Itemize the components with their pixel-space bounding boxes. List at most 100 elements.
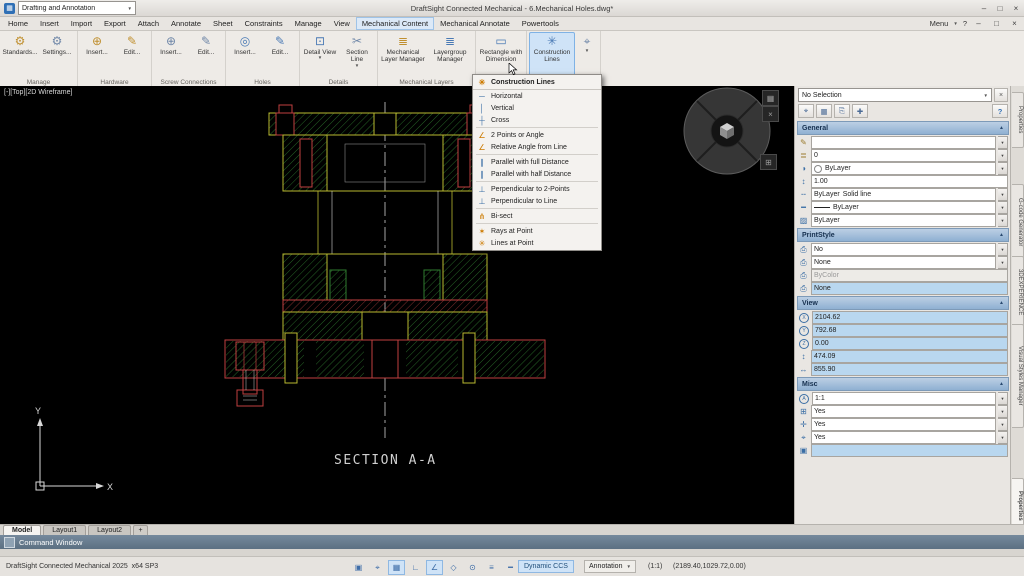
lineweight-icon[interactable]: ━ bbox=[502, 560, 519, 575]
construction-lines-button[interactable]: ✳ Construction Lines bbox=[529, 32, 575, 77]
tab-gcode-generator[interactable]: G-code Generator bbox=[1012, 184, 1024, 260]
entity-snap-icon[interactable]: ⊙ bbox=[464, 560, 481, 575]
menu-tab-home[interactable]: Home bbox=[2, 17, 34, 30]
select-entities-button[interactable]: ⌖ bbox=[798, 104, 814, 118]
settings-button[interactable]: ⚙ Settings... bbox=[39, 32, 75, 77]
palette-pin-icon[interactable]: ▦ bbox=[762, 90, 779, 106]
pickadd-toggle-button[interactable]: ✚ bbox=[852, 104, 868, 118]
drawing-canvas[interactable]: [-][Top][2D Wireframe] ▦ × ⊞ bbox=[0, 86, 794, 524]
section-header-view[interactable]: View ▲ bbox=[797, 296, 1009, 310]
grid-icon[interactable]: ▦ bbox=[388, 560, 405, 575]
line-style-field[interactable]: ByLayer Solid line bbox=[811, 188, 996, 201]
chevron-down-icon[interactable]: ▼ bbox=[998, 256, 1008, 269]
doc-close-button[interactable]: × bbox=[1008, 18, 1021, 29]
screen-icon[interactable]: ▣ bbox=[350, 560, 367, 575]
ucs-per-viewport-field[interactable]: Yes bbox=[811, 405, 996, 418]
menu-tab-mechanical-content[interactable]: Mechanical Content bbox=[356, 17, 434, 30]
line-scale-field[interactable]: 1.00 bbox=[811, 175, 1008, 188]
section-header-general[interactable]: General ▲ bbox=[797, 121, 1009, 135]
menu-tab-powertools[interactable]: Powertools bbox=[516, 17, 565, 30]
polar-icon[interactable]: ◇ bbox=[445, 560, 462, 575]
menu-item-relative-angle-from-line[interactable]: ∠ Relative Angle from Line bbox=[473, 141, 601, 153]
center-x-field[interactable]: 2104.62 bbox=[812, 311, 1008, 324]
menu-tab-mechanical-annotate[interactable]: Mechanical Annotate bbox=[434, 17, 516, 30]
chevron-down-icon[interactable]: ▼ bbox=[998, 405, 1008, 418]
line-color-field[interactable]: ByLayer bbox=[811, 162, 996, 175]
center-y-field[interactable]: 792.68 bbox=[812, 324, 1008, 337]
selection-combo[interactable]: No Selection ▼ bbox=[798, 88, 992, 102]
help-button[interactable]: ? bbox=[992, 104, 1008, 118]
pointer-select-icon[interactable]: ⌖ bbox=[369, 560, 386, 575]
ortho-icon[interactable]: ∠ bbox=[426, 560, 443, 575]
entity-track-icon[interactable]: ≡ bbox=[483, 560, 500, 575]
chevron-down-icon[interactable]: ▼ bbox=[998, 201, 1008, 214]
menu-item-lines-at-point[interactable]: ✳ Lines at Point bbox=[473, 237, 601, 249]
menu-tab-sheet[interactable]: Sheet bbox=[207, 17, 239, 30]
menu-item-rays-at-point[interactable]: ✶ Rays at Point bbox=[473, 225, 601, 237]
dynamic-ccs-button[interactable]: Dynamic CCS bbox=[518, 560, 574, 573]
screw-insert-button[interactable]: ⊕ Insert... bbox=[154, 32, 188, 77]
section-line-button[interactable]: ✂ Section Line ▼ bbox=[339, 32, 375, 77]
printstyle-table-field[interactable]: None bbox=[811, 256, 996, 269]
layer-field[interactable]: 0 bbox=[811, 149, 996, 162]
close-button[interactable]: × bbox=[1008, 1, 1024, 15]
standards-button[interactable]: ⚙ Standards... bbox=[2, 32, 38, 77]
width-field[interactable]: 855.90 bbox=[811, 363, 1008, 376]
menu-item-parallel-full-distance[interactable]: ∥ Parallel with full Distance bbox=[473, 156, 601, 168]
annotation-scale-field[interactable]: 1:1 bbox=[812, 392, 996, 405]
viewport-label[interactable]: [-][Top][2D Wireframe] bbox=[4, 89, 72, 96]
transparency-field[interactable]: ByLayer bbox=[811, 214, 996, 227]
menu-tab-constraints[interactable]: Constraints bbox=[239, 17, 289, 30]
name-field[interactable] bbox=[811, 136, 996, 149]
menu-tab-annotate[interactable]: Annotate bbox=[165, 17, 207, 30]
chevron-down-icon[interactable]: ▼ bbox=[998, 214, 1008, 227]
printstyle-location-field[interactable]: None bbox=[811, 282, 1008, 295]
quick-select-button[interactable]: ▦ bbox=[816, 104, 832, 118]
section-header-misc[interactable]: Misc ▲ bbox=[797, 377, 1009, 391]
menu-item-vertical[interactable]: │ Vertical bbox=[473, 102, 601, 114]
tab-3dexperience[interactable]: 3DEXPERIENCE bbox=[1012, 256, 1024, 328]
chevron-down-icon[interactable]: ▼ bbox=[998, 431, 1008, 444]
menu-item-construction-lines[interactable]: ✳ Construction Lines bbox=[473, 76, 601, 90]
menu-item-parallel-half-distance[interactable]: ∥ Parallel with half Distance bbox=[473, 168, 601, 180]
centerlines-button[interactable]: ⌖ ▼ bbox=[576, 32, 598, 77]
doc-restore-button[interactable]: □ bbox=[990, 18, 1003, 29]
menu-item-cross[interactable]: ┼ Cross bbox=[473, 114, 601, 126]
copy-properties-button[interactable]: ⎘ bbox=[834, 104, 850, 118]
palette-close-button[interactable]: × bbox=[994, 88, 1008, 102]
chevron-down-icon[interactable]: ▼ bbox=[998, 149, 1008, 162]
menu-tab-attach[interactable]: Attach bbox=[132, 17, 165, 30]
section-header-printstyle[interactable]: PrintStyle ▲ bbox=[797, 228, 1009, 242]
chevron-down-icon[interactable]: ▼ bbox=[998, 418, 1008, 431]
annotation-scale-selector[interactable]: Annotation ▼ bbox=[584, 560, 636, 573]
help-button[interactable]: ? bbox=[963, 19, 967, 28]
chevron-down-icon[interactable]: ▼ bbox=[998, 392, 1008, 405]
palette-close-icon[interactable]: × bbox=[762, 106, 779, 122]
menu-item-bi-sect[interactable]: ⋔ Bi-sect bbox=[473, 210, 601, 222]
menu-item-perpendicular-to-2-points[interactable]: ⊥ Perpendicular to 2-Points bbox=[473, 183, 601, 195]
menu-tab-export[interactable]: Export bbox=[98, 17, 132, 30]
tab-visual-styles-manager[interactable]: Visual Styles Manager bbox=[1012, 324, 1024, 428]
center-z-field[interactable]: 0.00 bbox=[812, 337, 1008, 350]
command-window-bar[interactable]: Command Window bbox=[0, 535, 1024, 549]
hardware-edit-button[interactable]: ✎ Edit... bbox=[115, 32, 149, 77]
menu-tab-view[interactable]: View bbox=[328, 17, 356, 30]
screw-edit-button[interactable]: ✎ Edit... bbox=[189, 32, 223, 77]
detail-view-button[interactable]: ⊡ Detail View ▼ bbox=[302, 32, 338, 77]
menu-tab-insert[interactable]: Insert bbox=[34, 17, 65, 30]
chevron-down-icon[interactable]: ▼ bbox=[998, 136, 1008, 149]
snap-icon[interactable]: ∟ bbox=[407, 560, 424, 575]
display-ucs-field[interactable]: Yes bbox=[811, 418, 996, 431]
holes-edit-button[interactable]: ✎ Edit... bbox=[263, 32, 297, 77]
menu-item-perpendicular-to-line[interactable]: ⊥ Perpendicular to Line bbox=[473, 195, 601, 207]
visual-style-field[interactable] bbox=[811, 444, 1008, 457]
menu-item-horizontal[interactable]: ─ Horizontal bbox=[473, 90, 601, 102]
minimize-button[interactable]: – bbox=[976, 1, 992, 15]
chevron-down-icon[interactable]: ▼ bbox=[998, 243, 1008, 256]
printstyle-field[interactable]: No bbox=[811, 243, 996, 256]
height-field[interactable]: 474.09 bbox=[811, 350, 1008, 363]
workspace-selector[interactable]: Drafting and Annotation ▼ bbox=[18, 1, 136, 15]
ucs-origin-field[interactable]: Yes bbox=[811, 431, 996, 444]
maximize-button[interactable]: □ bbox=[992, 1, 1008, 15]
hardware-insert-button[interactable]: ⊕ Insert... bbox=[80, 32, 114, 77]
